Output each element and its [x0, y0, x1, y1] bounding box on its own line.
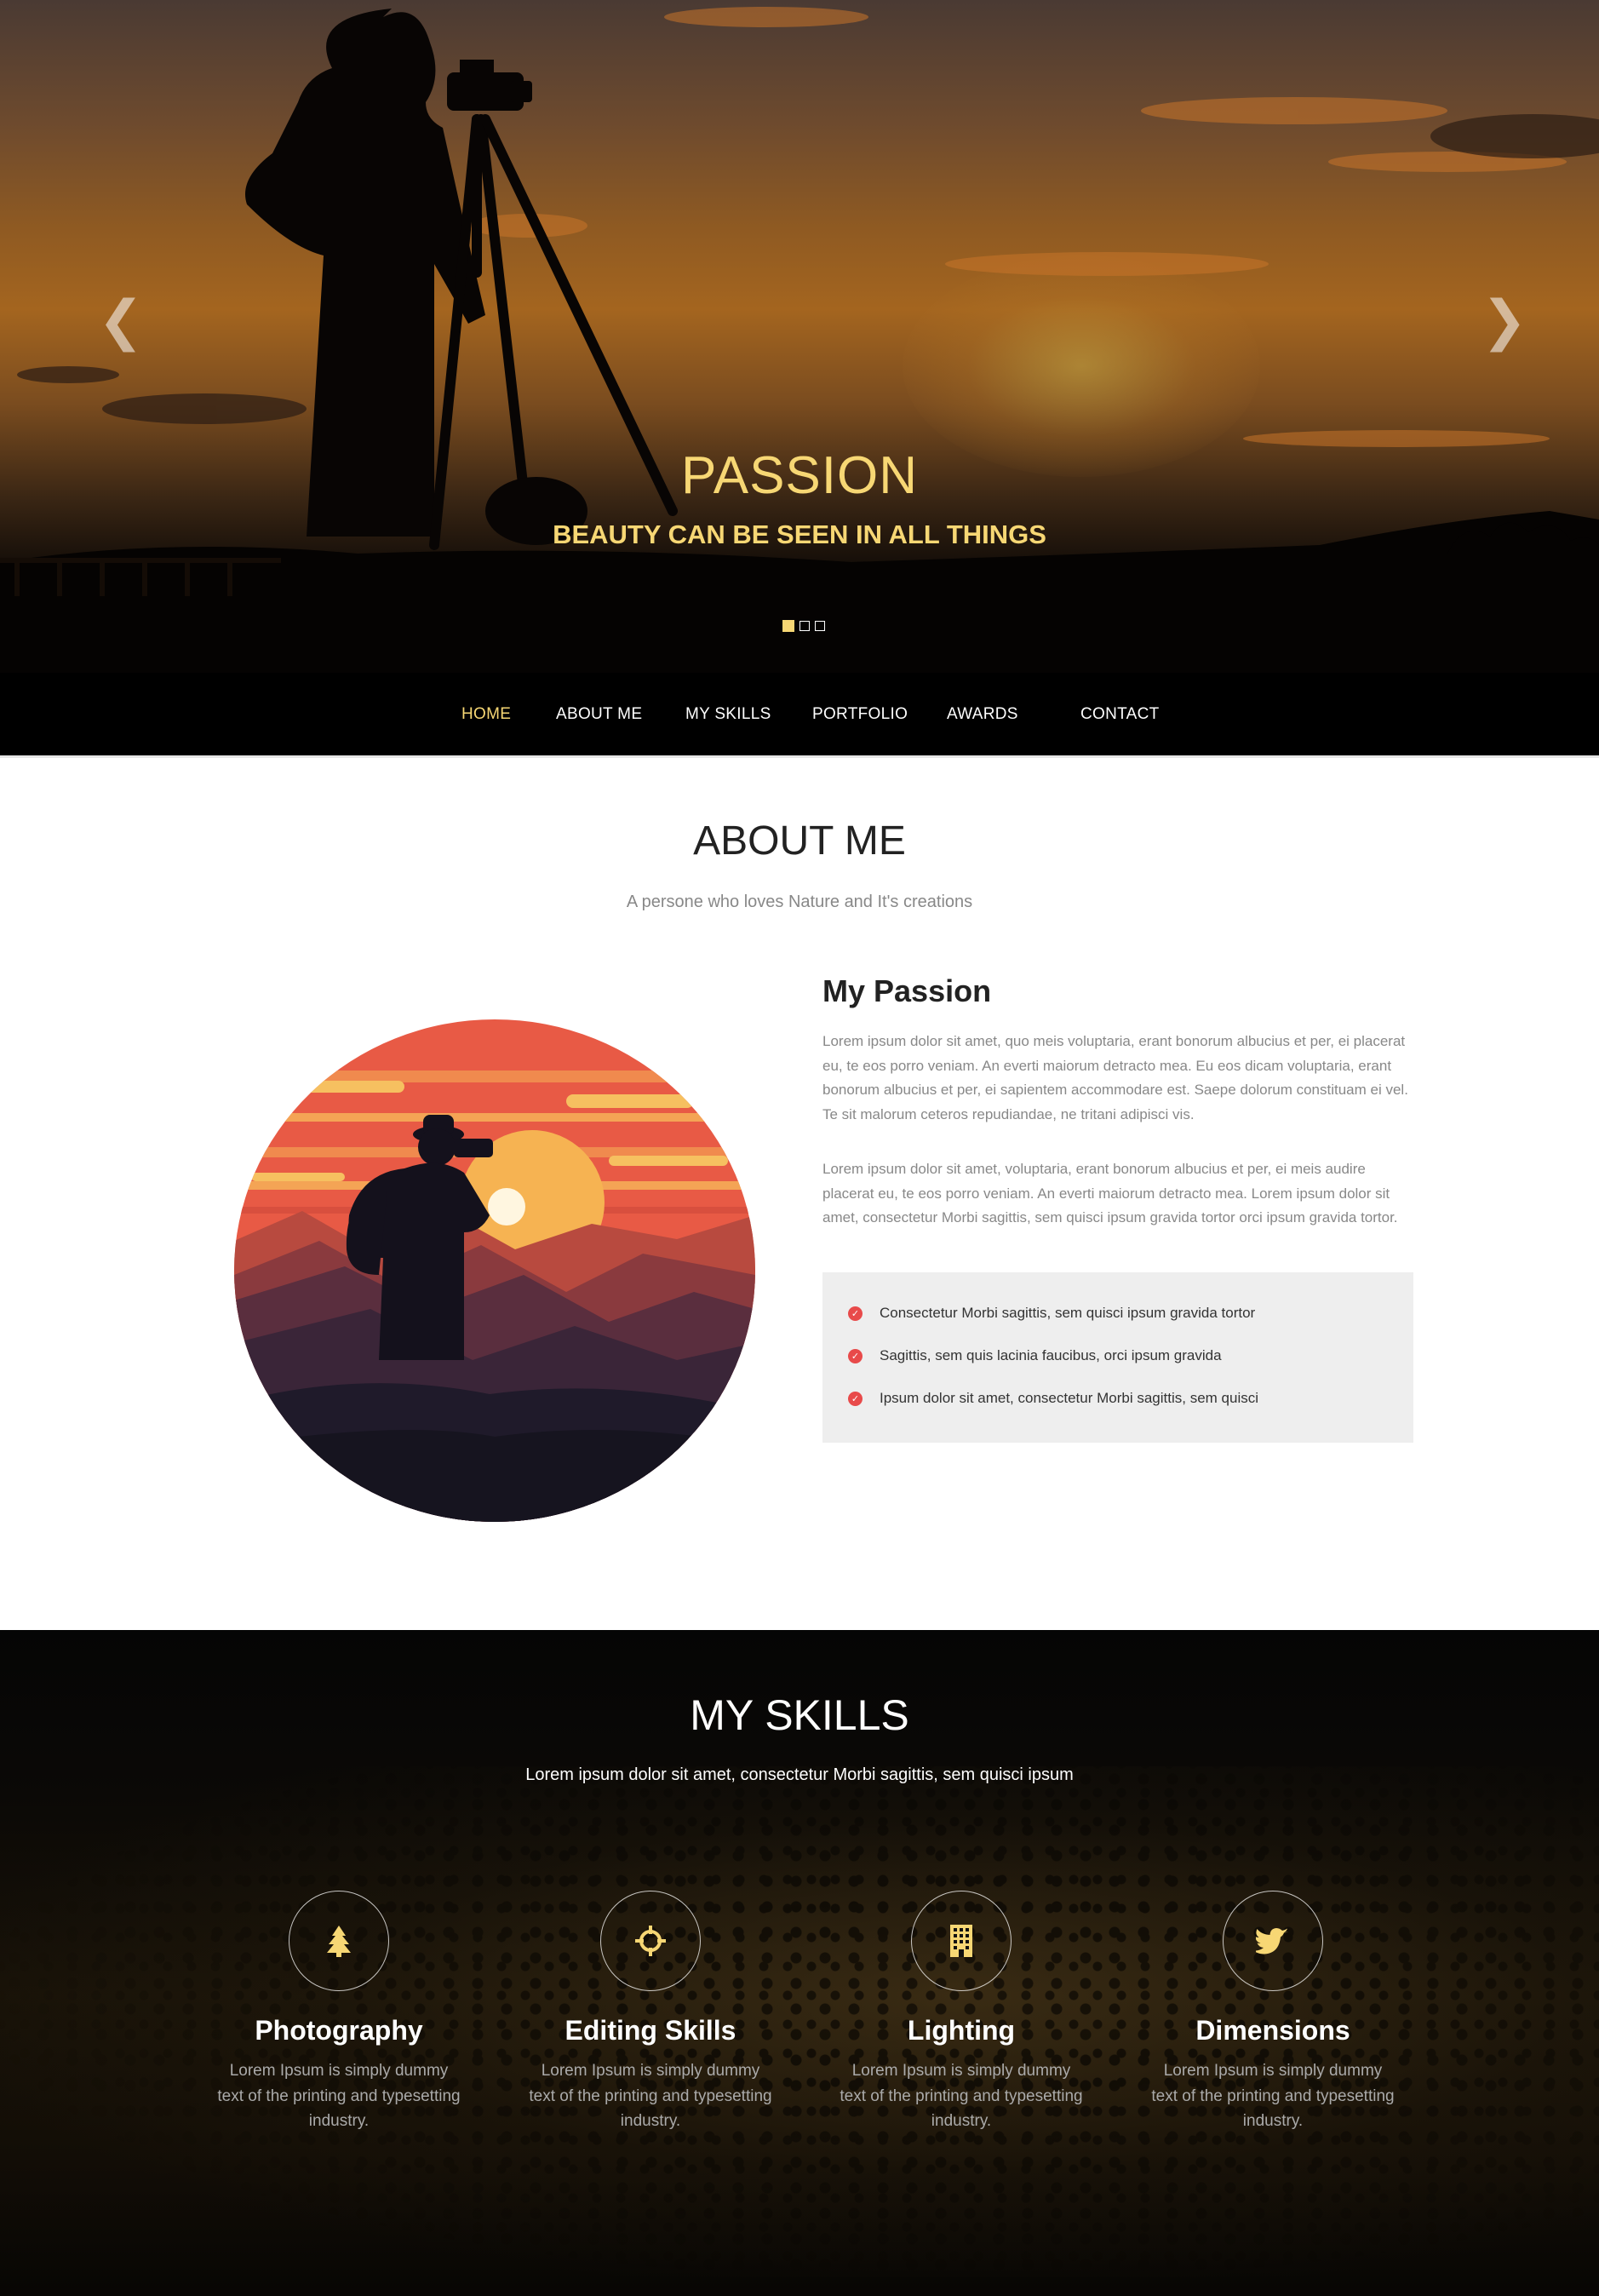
nav-portfolio[interactable]: PORTFOLIO: [812, 705, 908, 724]
check-circle-icon: ✓: [848, 1348, 863, 1363]
about-paragraph-1: Lorem ipsum dolor sit amet, quo meis vol…: [822, 1033, 1408, 1122]
slider-pagination: [782, 620, 825, 632]
slider-next-arrow[interactable]: ❯: [1482, 294, 1527, 348]
skill-card-lighting: Lighting Lorem Ipsum is simply dummy tex…: [808, 1891, 1115, 2134]
skill-description: Lorem Ipsum is simply dummy text of the …: [1151, 2062, 1395, 2130]
hero-subtitle: BEAUTY CAN BE SEEN IN ALL THINGS: [553, 519, 1046, 549]
building-icon: [950, 1925, 972, 1957]
checklist-text: Sagittis, sem quis lacinia faucibus, orc…: [880, 1347, 1222, 1363]
nav-contact[interactable]: CONTACT: [1080, 705, 1160, 724]
hero-slider: ❮ ❯ PASSION BEAUTY CAN BE SEEN IN ALL TH…: [0, 0, 1599, 673]
skills-subtitle: Lorem ipsum dolor sit amet, consectetur …: [525, 1765, 1074, 1784]
slider-dot-2[interactable]: [800, 621, 810, 631]
skills-title: MY SKILLS: [690, 1691, 909, 1739]
skill-title: Dimensions: [1195, 2015, 1350, 2046]
photographer-illustration: [234, 1019, 755, 1522]
nav-awards[interactable]: AWARDS: [947, 705, 1018, 724]
slider-dot-1[interactable]: [782, 620, 794, 632]
slider-dot-3[interactable]: [815, 621, 825, 631]
skill-icon-circle: [1223, 1891, 1323, 1991]
nav-my-skills[interactable]: MY SKILLS: [685, 705, 771, 724]
tree-icon: [327, 1926, 351, 1957]
list-item: ✓ Sagittis, sem quis lacinia faucibus, o…: [848, 1347, 1222, 1364]
twitter-icon: [1256, 1928, 1288, 1954]
crosshair-icon: [635, 1926, 666, 1956]
main-nav: HOME ABOUT ME MY SKILLS PORTFOLIO AWARDS…: [0, 673, 1599, 758]
skill-description: Lorem Ipsum is simply dummy text of the …: [529, 2062, 772, 2130]
skill-description: Lorem Ipsum is simply dummy text of the …: [217, 2062, 461, 2130]
list-item: ✓ Ipsum dolor sit amet, consectetur Morb…: [848, 1390, 1258, 1407]
skill-icon-circle: [911, 1891, 1012, 1991]
slider-prev-arrow[interactable]: ❮: [98, 294, 144, 348]
skill-title: Photography: [255, 2015, 423, 2046]
feature-checklist: ✓ Consectetur Morbi sagittis, sem quisci…: [822, 1272, 1413, 1443]
about-subtitle: A persone who loves Nature and It's crea…: [626, 893, 973, 911]
passion-heading: My Passion: [822, 973, 992, 1008]
check-circle-icon: ✓: [848, 1306, 863, 1321]
about-paragraph-2: Lorem ipsum dolor sit amet, voluptaria, …: [822, 1161, 1398, 1225]
list-item: ✓ Consectetur Morbi sagittis, sem quisci…: [848, 1305, 1255, 1322]
hero-photo: [0, 7, 1599, 673]
skill-icon-circle: [289, 1891, 389, 1991]
skill-card-editing: Editing Skills Lorem Ipsum is simply dum…: [497, 1891, 804, 2134]
skill-card-dimensions: Dimensions Lorem Ipsum is simply dummy t…: [1120, 1891, 1426, 2134]
nav-home[interactable]: HOME: [461, 705, 511, 724]
check-circle-icon: ✓: [848, 1391, 863, 1406]
skill-title: Editing Skills: [565, 2015, 736, 2046]
skill-card-photography: Photography Lorem Ipsum is simply dummy …: [186, 1891, 492, 2134]
skill-title: Lighting: [907, 2015, 1016, 2046]
hero-title: PASSION: [680, 446, 919, 505]
skill-description: Lorem Ipsum is simply dummy text of the …: [840, 2062, 1083, 2130]
nav-about-me[interactable]: ABOUT ME: [556, 705, 642, 724]
checklist-text: Ipsum dolor sit amet, consectetur Morbi …: [880, 1390, 1258, 1406]
about-title: ABOUT ME: [693, 818, 906, 864]
checklist-text: Consectetur Morbi sagittis, sem quisci i…: [880, 1305, 1256, 1321]
skill-icon-circle: [600, 1891, 701, 1991]
